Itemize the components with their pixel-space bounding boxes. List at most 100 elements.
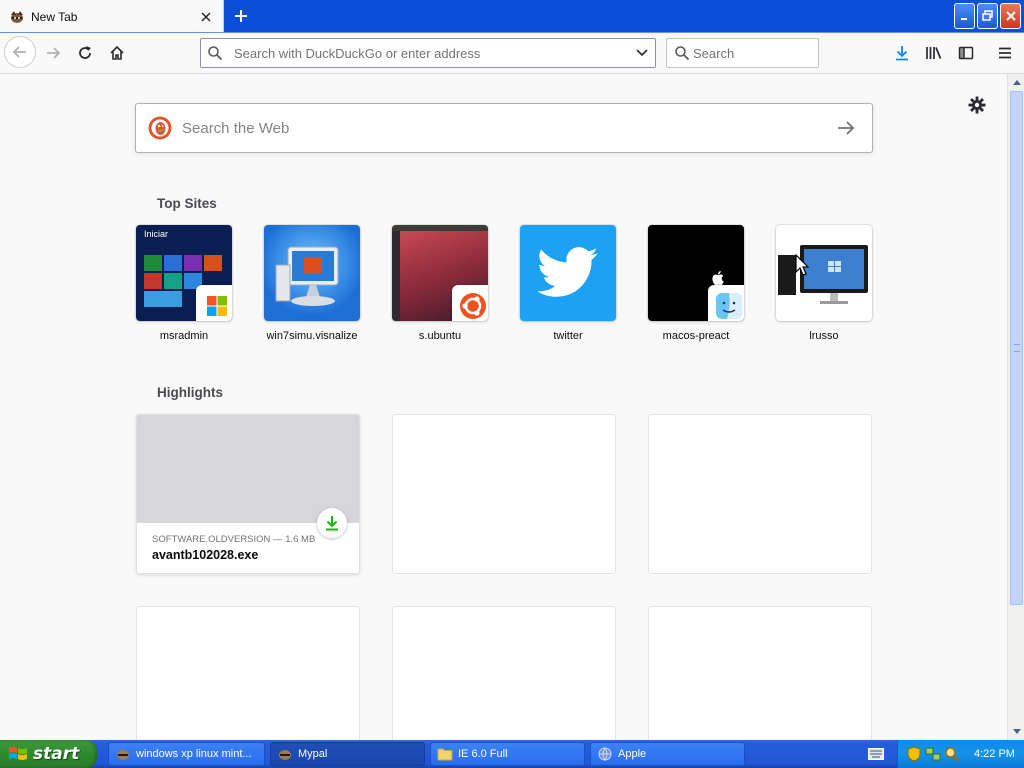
site-thumbnail [392,225,488,321]
site-label: s.ubuntu [418,330,462,342]
finder-icon [708,285,744,321]
top-site-msradmin[interactable]: Iniciar msradmin [136,225,232,342]
close-window-button[interactable] [1000,3,1021,29]
raccoon-icon [277,746,293,762]
navigation-toolbar [0,33,1024,74]
site-label: twitter [553,330,583,342]
highlight-placeholder [648,414,872,574]
back-icon [12,46,26,58]
twitter-bird-icon [537,247,598,297]
taskbar-item-label: IE 6.0 Full [458,748,508,760]
duckduckgo-logo-icon [148,116,172,140]
site-label: macos-preact [662,330,730,342]
home-button[interactable] [102,37,132,69]
menu-icon [999,47,1011,59]
site-thumbnail [520,225,616,321]
highlight-card[interactable]: SOFTWARE.OLDVERSION — 1.6 MB avantb10202… [136,414,360,574]
system-tray: 4:22 PM [897,740,1024,768]
highlight-placeholder [648,606,872,740]
highlight-placeholder [392,414,616,574]
download-icon [317,508,347,538]
magnifier-icon[interactable] [944,746,960,762]
url-input[interactable] [234,45,629,61]
ubuntu-logo-icon [452,285,488,321]
taskbar-item-label: Apple [618,748,647,760]
forward-button[interactable] [38,37,68,69]
minimize-button[interactable] [954,3,975,29]
taskbar-item-ie6[interactable]: IE 6.0 Full [430,742,585,766]
highlight-filename: avantb102028.exe [152,548,259,562]
clock[interactable]: 4:22 PM [974,748,1015,760]
top-site-twitter[interactable]: twitter [520,225,616,342]
apple-logo-icon [712,271,724,285]
search-bar[interactable] [666,38,869,68]
top-site-lrusso[interactable]: lrusso [776,225,872,342]
close-tab-icon[interactable] [197,8,215,26]
highlight-preview [137,415,359,523]
web-search-input[interactable] [182,119,828,137]
reload-button[interactable] [70,37,100,69]
search-icon [674,45,690,61]
site-label: lrusso [809,330,839,342]
download-icon [896,46,908,61]
top-site-ubuntu[interactable]: s.ubuntu [392,225,488,342]
scrollbar-thumb[interactable] [1010,91,1023,605]
forward-icon [47,47,61,59]
windows-logo-icon [196,285,232,321]
desktop-computer-icon [778,245,868,304]
start-label: start [33,744,80,764]
tab-title: New Tab [31,9,78,24]
window-controls [954,3,1021,29]
top-site-win7simu[interactable]: win7simu.visnalize [264,225,360,342]
keyboard-icon[interactable] [867,746,885,762]
search-input[interactable] [693,45,869,61]
taskbar-item-label: Mypal [298,748,328,760]
downloads-button[interactable] [887,37,917,69]
scroll-up-arrow-icon[interactable] [1009,74,1024,90]
site-label: win7simu.visnalize [266,330,358,342]
taskbar-item-apple[interactable]: Apple [590,742,745,766]
tab-new-tab[interactable]: New Tab [0,0,224,33]
folder-icon [437,746,453,762]
top-sites-heading: Top Sites [157,196,217,211]
sidebar-icon [958,46,974,60]
restore-button[interactable] [977,3,998,29]
vertical-scrollbar[interactable] [1007,74,1024,740]
settings-gear-icon[interactable] [966,94,988,116]
arrow-right-icon[interactable] [828,110,864,146]
taskbar-item-label: windows xp linux mint... [136,748,252,760]
network-icon[interactable] [925,746,941,762]
back-button[interactable] [4,36,36,68]
raccoon-icon [9,9,25,25]
reload-icon [79,46,91,59]
tab-strip: New Tab [0,0,1024,33]
mouse-cursor-icon [795,254,810,276]
chevron-down-icon[interactable] [629,39,655,67]
site-thumbnail [648,225,744,321]
new-tab-button[interactable] [228,4,254,28]
taskbar-item-mypal[interactable]: Mypal [270,742,425,766]
scroll-down-arrow-icon[interactable] [1009,724,1024,740]
site-thumbnail: Iniciar [136,225,232,321]
menu-button[interactable] [990,37,1020,69]
search-icon [207,45,229,61]
sidebar-button[interactable] [951,37,981,69]
url-bar[interactable] [200,38,656,68]
windows-taskbar: start windows xp linux mint... Mypal IE … [0,740,1024,768]
screenshot-caption: Iniciar [144,229,169,239]
highlight-placeholder [392,606,616,740]
top-site-macos-preact[interactable]: macos-preact [648,225,744,342]
site-thumbnail [264,225,360,321]
windows-flag-icon [9,747,27,760]
new-tab-page: Top Sites Iniciar msradmin win7simu.visn… [0,74,1007,740]
highlight-meta: SOFTWARE.OLDVERSION — 1.6 MB [152,534,316,545]
plus-icon [235,10,247,22]
library-button[interactable] [919,37,949,69]
library-icon [926,47,942,59]
computer-monitor-icon [275,246,339,306]
highlights-heading: Highlights [157,385,223,400]
web-search-box[interactable] [135,103,873,153]
start-button[interactable]: start [0,740,97,768]
shield-icon[interactable] [906,746,922,762]
taskbar-item-windows-xp[interactable]: windows xp linux mint... [108,742,265,766]
